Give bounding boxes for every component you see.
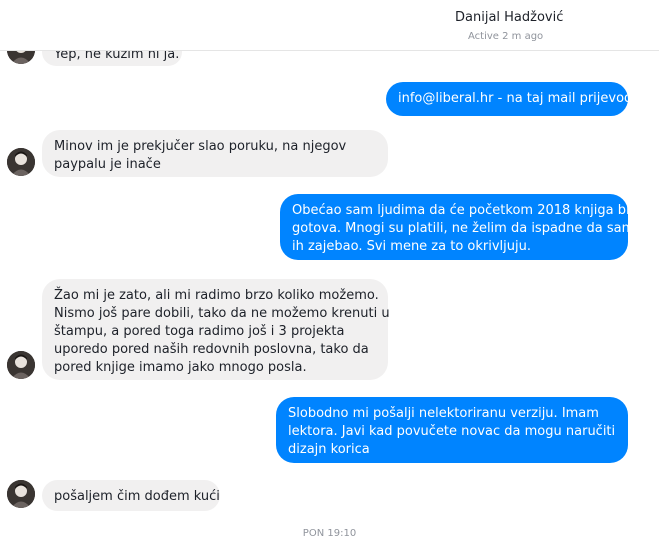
incoming-message[interactable]: Minov im je prekjučer slao poruku, na nj… [42,130,388,177]
outgoing-message[interactable]: info@liberal.hr - na taj mail prijevod [386,82,633,116]
message-line: paypalu je inače [54,157,161,172]
message-line: Slobodno mi pošalji nelektoriranu verzij… [288,406,599,421]
message-line: lektora. Javi kad povučete novac da mogu… [288,424,616,439]
message-line: info@liberal.hr - na taj mail prijevod [398,91,633,106]
message-line: Žao mi je zato, ali mi radimo brzo kolik… [54,288,379,303]
message-thread: Yep, ne kužim ni ja. info@liberal.hr - n… [0,0,659,549]
contact-avatar[interactable] [7,148,35,176]
active-status: Active 2 m ago [468,31,544,42]
contact-avatar[interactable] [7,480,35,508]
message-line: Minov im je prekjučer slao poruku, na nj… [54,139,347,154]
conversation-header: Danijal Hadžović Active 2 m ago [0,0,659,51]
message-line: dizajn korica [288,442,370,457]
message-timestamp: PON 19:10 [302,528,357,539]
message-line: pošaljem čim dođem kući [54,489,220,504]
message-line: štampu, a pored toga radimo još i 3 proj… [54,324,345,339]
contact-avatar[interactable] [7,351,35,379]
message-line: gotova. Mnogi su platili, ne želim da is… [292,221,635,236]
incoming-message[interactable]: Žao mi je zato, ali mi radimo brzo kolik… [42,279,390,380]
contact-name[interactable]: Danijal Hadžović [455,10,563,25]
message-line: uporedo pored naših redovnih poslovna, t… [54,342,369,357]
message-line: ih zajebao. Svi mene za to okrivljuju. [292,239,531,254]
incoming-message[interactable]: pošaljem čim dođem kući [42,480,220,511]
message-line: Obećao sam ljudima da će početkom 2018 k… [292,203,635,218]
outgoing-message[interactable]: Obećao sam ljudima da će početkom 2018 k… [280,194,635,260]
message-line: Nismo još pare dobili, tako da ne možemo… [54,306,390,321]
message-line: pored knjige imamo jako mnogo posla. [54,360,307,375]
outgoing-message[interactable]: Slobodno mi pošalji nelektoriranu verzij… [276,397,628,463]
